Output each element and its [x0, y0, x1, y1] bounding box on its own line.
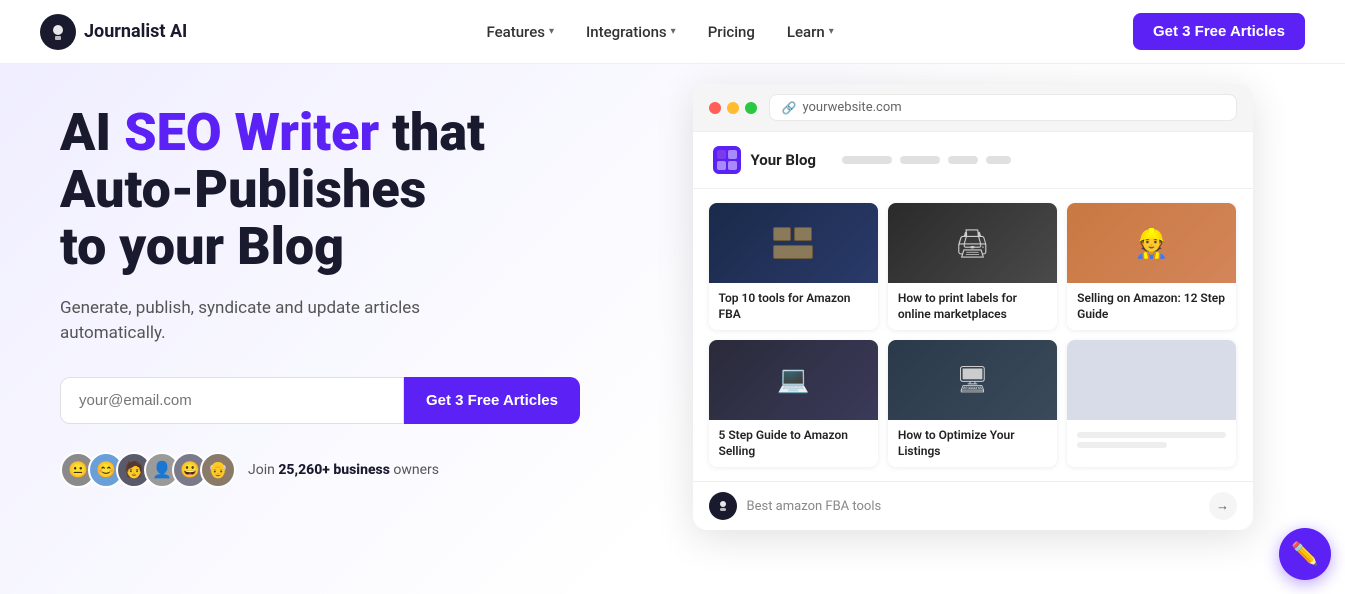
logo-icon: [40, 14, 76, 50]
chat-input[interactable]: Best amazon FBA tools: [747, 499, 1199, 514]
social-proof-count: 25,260+ business: [278, 462, 390, 478]
card-body: Selling on Amazon: 12 Step Guide: [1067, 283, 1236, 330]
card-lines: [1077, 432, 1226, 448]
avatar: 👴: [200, 452, 236, 488]
chevron-down-icon: ▾: [829, 26, 834, 37]
blog-header: Your Blog: [693, 132, 1253, 189]
card-body: 5 Step Guide to Amazon Selling: [709, 420, 878, 467]
card-line: [1077, 432, 1226, 438]
card-body: [1067, 420, 1236, 456]
social-proof-text: Join 25,260+ business owners: [248, 462, 439, 478]
browser-dot-maximize: [745, 102, 757, 114]
blog-card[interactable]: Top 10 tools for Amazon FBA: [709, 203, 878, 330]
card-title: Selling on Amazon: 12 Step Guide: [1077, 291, 1226, 322]
card-body: Top 10 tools for Amazon FBA: [709, 283, 878, 330]
card-title: 5 Step Guide to Amazon Selling: [719, 428, 868, 459]
email-form: Get 3 Free Articles: [60, 377, 580, 424]
hero-title: AI SEO Writer thatAuto-Publishesto your …: [60, 104, 580, 276]
browser-dot-minimize: [727, 102, 739, 114]
printer-icon: 🖨: [955, 227, 991, 260]
card-title: How to Optimize Your Listings: [898, 428, 1047, 459]
main-content: AI SEO Writer thatAuto-Publishesto your …: [0, 64, 1345, 594]
boxes-icon: [773, 227, 813, 259]
avatar-group: 😐 😊 🧑 👤 😀 👴: [60, 452, 236, 488]
blog-nav-lines: [842, 156, 1011, 164]
person-icon: 👷: [1134, 227, 1169, 260]
card-body: How to Optimize Your Listings: [888, 420, 1057, 467]
nav-integrations[interactable]: Integrations ▾: [586, 23, 676, 41]
card-body: How to print labels for online marketpla…: [888, 283, 1057, 330]
navbar-cta-button[interactable]: Get 3 Free Articles: [1133, 13, 1305, 50]
blog-grid: Top 10 tools for Amazon FBA 🖨 How to pri…: [693, 189, 1253, 481]
blog-title: Your Blog: [751, 151, 816, 169]
nav-features[interactable]: Features ▾: [486, 23, 554, 41]
nav-pricing[interactable]: Pricing: [708, 23, 755, 41]
nav-menu: Features ▾ Integrations ▾ Pricing Learn …: [486, 23, 833, 41]
blog-card[interactable]: 💻 5 Step Guide to Amazon Selling: [709, 340, 878, 467]
browser-dot-close: [709, 102, 721, 114]
social-proof: 😐 😊 🧑 👤 😀 👴 Join 25,260: [60, 452, 580, 488]
nav-line: [986, 156, 1011, 164]
chevron-down-icon: ▾: [671, 26, 676, 37]
card-title: Top 10 tools for Amazon FBA: [719, 291, 868, 322]
card-image: 🖥: [888, 340, 1057, 420]
hero-section: AI SEO Writer thatAuto-Publishesto your …: [0, 64, 620, 594]
card-image: 🖨: [888, 203, 1057, 283]
blog-card-placeholder: [1067, 340, 1236, 467]
url-text: yourwebsite.com: [802, 100, 901, 115]
logo-area: Journalist AI: [40, 14, 187, 50]
blog-card[interactable]: 🖥 How to Optimize Your Listings: [888, 340, 1057, 467]
hero-cta-button[interactable]: Get 3 Free Articles: [404, 377, 580, 424]
nav-line: [948, 156, 978, 164]
logo-text: Journalist AI: [84, 21, 187, 42]
chat-avatar-icon: [709, 492, 737, 520]
card-image: 💻: [709, 340, 878, 420]
card-image-placeholder: [1067, 340, 1236, 420]
monitor-icon: 🖥: [956, 365, 989, 395]
card-line: [1077, 442, 1167, 448]
laptop-icon: 💻: [777, 365, 809, 395]
blog-card[interactable]: 🖨 How to print labels for online marketp…: [888, 203, 1057, 330]
card-image: [709, 203, 878, 283]
nav-learn[interactable]: Learn ▾: [787, 23, 834, 41]
nav-line: [900, 156, 940, 164]
hero-subtitle: Generate, publish, syndicate and update …: [60, 296, 480, 347]
card-image: 👷: [1067, 203, 1236, 283]
hero-title-highlight: SEO Writer: [124, 102, 379, 163]
link-icon: 🔗: [782, 101, 797, 115]
blog-logo-icon: [713, 146, 741, 174]
browser-bar: 🔗 yourwebsite.com: [693, 84, 1253, 132]
browser-section: 🔗 yourwebsite.com Your Blog: [620, 64, 1345, 594]
navbar: Journalist AI Features ▾ Integrations ▾ …: [0, 0, 1345, 64]
chat-send-button[interactable]: →: [1209, 492, 1237, 520]
hero-title-plain: AI: [60, 102, 124, 163]
nav-line: [842, 156, 892, 164]
chevron-down-icon: ▾: [549, 26, 554, 37]
chat-bubble-icon: ✏️: [1291, 542, 1318, 567]
browser-window: 🔗 yourwebsite.com Your Blog: [693, 84, 1253, 530]
chat-bar: Best amazon FBA tools →: [693, 481, 1253, 530]
chat-bubble-button[interactable]: ✏️: [1279, 528, 1331, 580]
card-title: How to print labels for online marketpla…: [898, 291, 1047, 322]
blog-card[interactable]: 👷 Selling on Amazon: 12 Step Guide: [1067, 203, 1236, 330]
url-bar[interactable]: 🔗 yourwebsite.com: [769, 94, 1237, 121]
browser-dots: [709, 102, 757, 114]
email-input[interactable]: [60, 377, 404, 424]
